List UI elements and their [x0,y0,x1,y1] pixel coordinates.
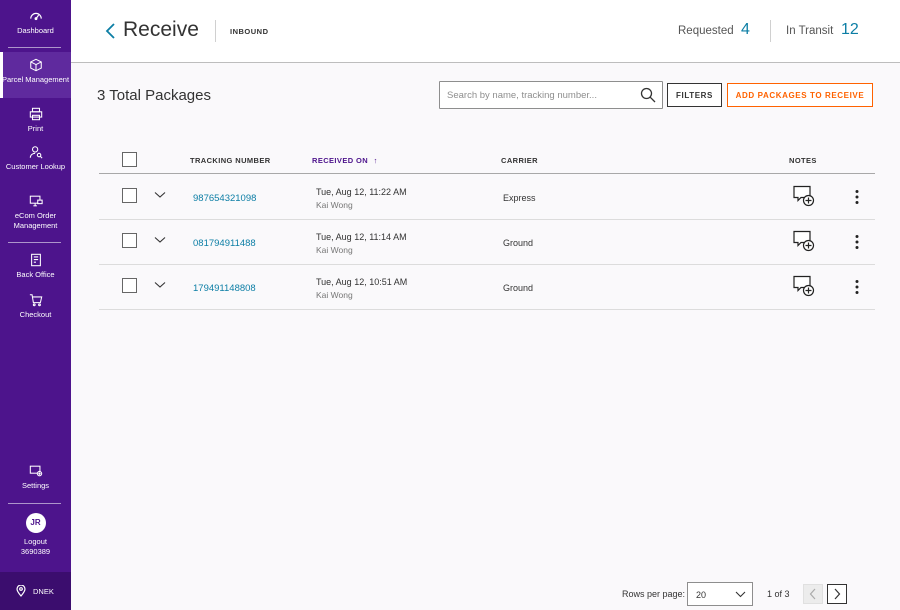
sidebar-item-label: Settings [21,481,50,490]
tracking-number-link[interactable]: 987654321098 [193,193,256,204]
received-date: Tue, Aug 12, 11:22 AM [316,187,407,197]
search-box [439,81,663,109]
sidebar-item-label: Dashboard [17,26,54,35]
sidebar-item-ecom-order-management[interactable]: eCom Order Management [0,194,71,230]
next-page-button[interactable] [827,584,847,604]
carrier: Ground [503,283,534,293]
table-row: 081794911488 Tue, Aug 12, 11:14 AM Kai W… [99,220,875,265]
more-options-icon[interactable] [851,279,863,295]
sidebar-item-label: Checkout [19,310,52,319]
row-checkbox[interactable] [122,278,137,293]
customer-icon [29,146,42,159]
sidebar-item-back-office[interactable]: Back Office [0,253,71,280]
sidebar-divider [8,47,61,48]
select-all-checkbox[interactable] [122,152,137,167]
sidebar-item-label: Parcel Management [1,75,70,84]
location-selector[interactable]: DNEK [0,572,71,610]
received-by: Kai Wong [316,200,353,210]
received-by: Kai Wong [316,245,353,255]
table-row: 987654321098 Tue, Aug 12, 11:22 AM Kai W… [99,175,875,220]
row-checkbox[interactable] [122,233,137,248]
sidebar-divider [8,242,61,243]
tracking-number-link[interactable]: 179491148808 [193,283,256,294]
table-header: TRACKING NUMBER RECEIVED ON ↑ CARRIER NO… [99,145,875,174]
sidebar-item-label: Print [27,124,44,133]
header-divider [770,20,771,42]
header-divider [215,20,216,42]
row-checkbox[interactable] [122,188,137,203]
sidebar: Dashboard Parcel Management Print Custom… [0,0,71,610]
chevron-right-icon [834,588,841,600]
table-row: 179491148808 Tue, Aug 12, 10:51 AM Kai W… [99,265,875,310]
chevron-down-icon[interactable] [154,191,166,199]
total-count: 3 [97,87,106,104]
more-options-icon[interactable] [851,189,863,205]
add-note-icon[interactable] [793,185,815,207]
chevron-down-icon [735,591,746,598]
back-chevron-icon[interactable] [104,22,118,40]
sidebar-item-checkout[interactable]: Checkout [0,293,71,320]
filters-button[interactable]: FILTERS [667,83,722,107]
total-label: Total Packages [109,87,211,104]
user-id: 3690389 [20,546,51,556]
sidebar-divider [8,503,61,504]
cart-icon [29,294,42,307]
chevron-down-icon[interactable] [154,236,166,244]
sidebar-item-settings[interactable]: Settings [0,464,71,491]
previous-page-button[interactable] [803,584,823,604]
settings-icon [29,465,42,477]
ecom-icon [29,195,43,207]
parcel-icon [29,58,42,72]
sidebar-item-label: Back Office [16,270,55,279]
column-header-notes: NOTES [789,156,817,165]
requested-count[interactable]: 4 [741,21,750,39]
location-pin-icon [16,585,26,597]
received-by: Kai Wong [316,290,353,300]
sidebar-item-label: Customer Lookup [5,162,66,171]
column-header-carrier[interactable]: CARRIER [501,156,538,165]
add-packages-button[interactable]: ADD PACKAGES TO RECEIVE [727,83,873,107]
requested-label: Requested [678,25,734,37]
received-date: Tue, Aug 12, 11:14 AM [316,232,407,242]
carrier: Ground [503,238,534,248]
sidebar-item-print[interactable]: Print [0,107,71,134]
rows-per-page-label: Rows per page: [622,589,686,599]
logout-label: Logout [24,537,47,546]
search-input[interactable] [440,82,636,108]
more-options-icon[interactable] [851,234,863,250]
rows-per-page-value: 20 [696,590,707,600]
search-icon[interactable] [640,87,656,103]
column-header-received[interactable]: RECEIVED ON ↑ [312,156,378,165]
sidebar-item-dashboard[interactable]: Dashboard [0,9,71,36]
active-indicator [0,52,3,98]
column-header-received-label: RECEIVED ON [312,156,369,165]
total-packages: 3 Total Packages [97,87,211,104]
page-info: 1 of 3 [767,589,790,599]
sidebar-item-label: eCom Order Management [13,211,58,230]
sidebar-item-parcel-management[interactable]: Parcel Management [0,52,71,98]
tracking-number-link[interactable]: 081794911488 [193,238,256,249]
location-label: DNEK [33,586,54,596]
page-subtitle: INBOUND [230,27,269,36]
received-date: Tue, Aug 12, 10:51 AM [316,277,408,287]
avatar: JR [25,513,46,533]
carrier: Express [503,193,536,203]
in-transit-count[interactable]: 12 [841,21,859,39]
page-title: Receive [123,18,199,41]
page-header: Receive INBOUND Requested 4 In Transit 1… [71,0,900,63]
chevron-down-icon[interactable] [154,281,166,289]
rows-per-page-select[interactable]: 20 [687,582,753,606]
dashboard-icon [29,12,42,21]
sidebar-item-customer-lookup[interactable]: Customer Lookup [0,145,71,172]
add-note-icon[interactable] [793,275,815,297]
in-transit-label: In Transit [786,25,834,37]
back-office-icon [30,253,41,267]
printer-icon [29,107,42,121]
chevron-left-icon [809,588,816,600]
add-note-icon[interactable] [793,230,815,252]
sidebar-logout[interactable]: JR Logout 3690389 [0,513,71,556]
sort-ascending-icon: ↑ [373,156,378,165]
column-header-tracking[interactable]: TRACKING NUMBER [190,156,271,165]
